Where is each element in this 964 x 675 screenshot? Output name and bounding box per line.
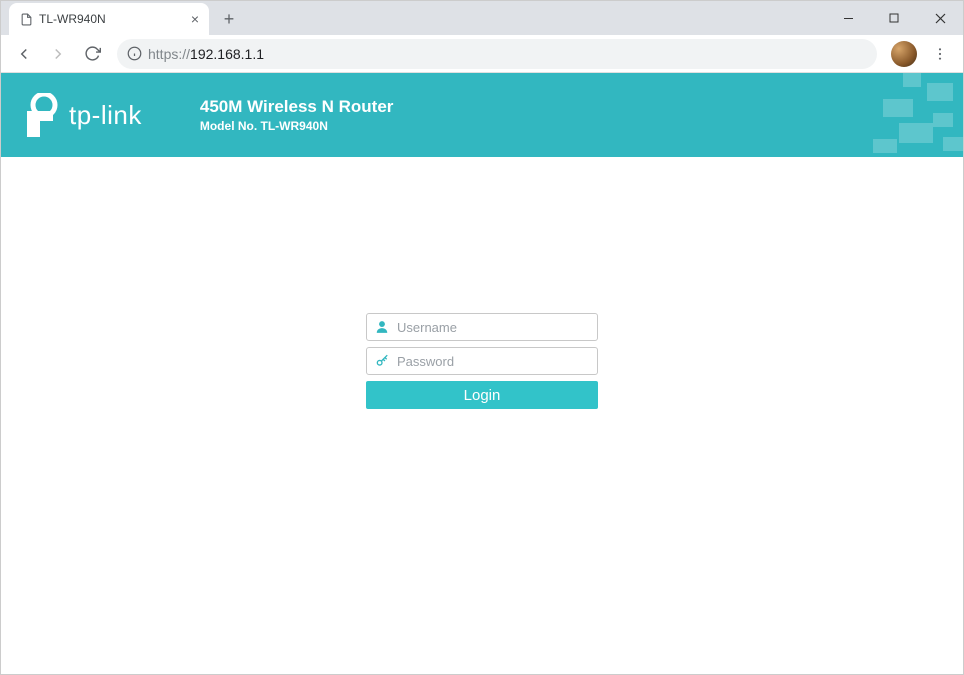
window-maximize-button[interactable] [871, 3, 917, 33]
login-form: Login [366, 313, 598, 409]
banner-decoration [783, 73, 963, 157]
tab-title: TL-WR940N [39, 12, 185, 26]
key-icon [375, 354, 389, 368]
page-content: tp-link 450M Wireless N Router Model No.… [1, 73, 963, 664]
url-scheme: https:// [148, 46, 190, 62]
product-info: 450M Wireless N Router Model No. TL-WR94… [200, 97, 394, 133]
header-banner: tp-link 450M Wireless N Router Model No.… [1, 73, 963, 157]
product-model: Model No. TL-WR940N [200, 119, 394, 133]
site-info-icon[interactable] [127, 46, 142, 61]
tp-link-logo-icon [23, 93, 59, 137]
address-text: https://192.168.1.1 [148, 46, 264, 62]
password-field-wrap [366, 347, 598, 375]
browser-tab[interactable]: TL-WR940N × [9, 3, 209, 35]
username-input[interactable] [397, 320, 589, 335]
profile-avatar[interactable] [891, 41, 917, 67]
browser-menu-button[interactable] [925, 39, 955, 69]
brand-name: tp-link [69, 100, 142, 131]
window-controls [825, 1, 963, 35]
forward-button[interactable] [43, 39, 73, 69]
page-favicon [19, 12, 33, 26]
product-title: 450M Wireless N Router [200, 97, 394, 117]
browser-tab-bar: TL-WR940N × + [1, 1, 963, 35]
back-button[interactable] [9, 39, 39, 69]
url-host: 192.168.1.1 [190, 46, 264, 62]
tab-close-button[interactable]: × [191, 11, 199, 27]
address-bar[interactable]: https://192.168.1.1 [117, 39, 877, 69]
window-minimize-button[interactable] [825, 3, 871, 33]
new-tab-button[interactable]: + [215, 5, 243, 33]
browser-toolbar: https://192.168.1.1 [1, 35, 963, 73]
username-field-wrap [366, 313, 598, 341]
window-close-button[interactable] [917, 3, 963, 33]
login-button[interactable]: Login [366, 381, 598, 409]
password-input[interactable] [397, 354, 589, 369]
reload-button[interactable] [77, 39, 107, 69]
brand-logo: tp-link [23, 93, 142, 137]
user-icon [375, 320, 389, 334]
